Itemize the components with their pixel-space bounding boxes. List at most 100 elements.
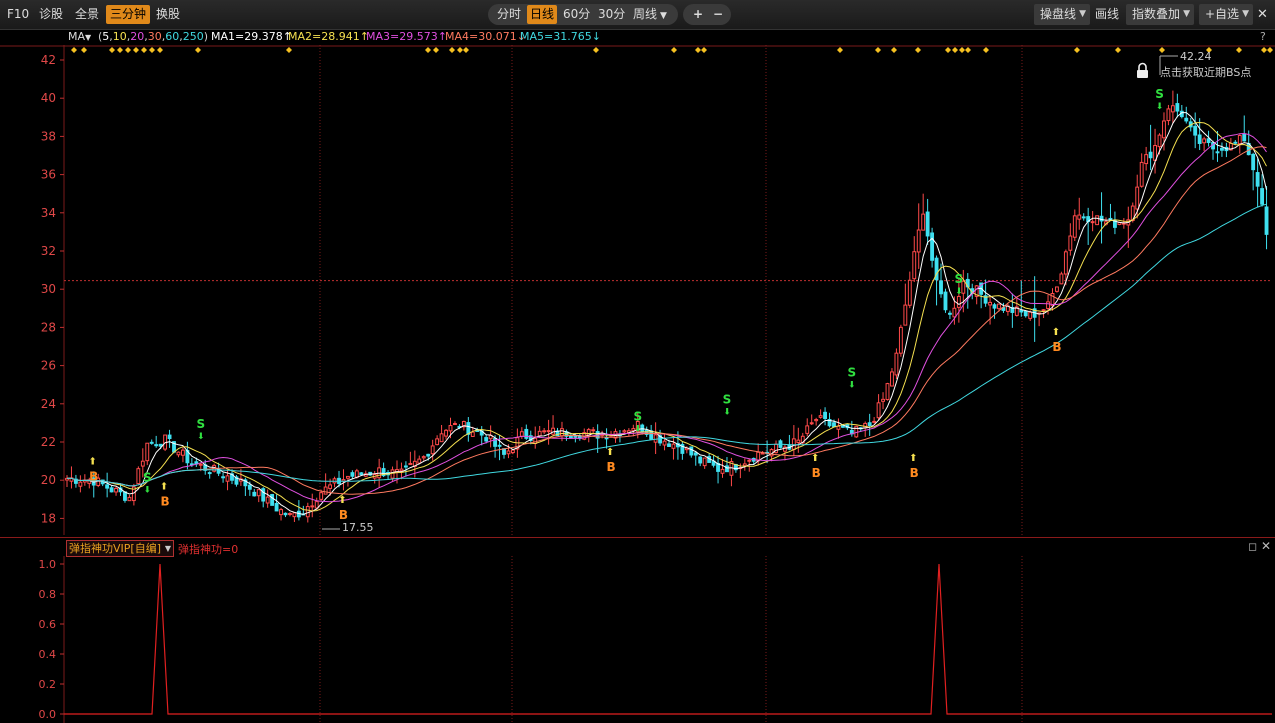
event-diamond-icon (983, 47, 989, 53)
diagnose-button[interactable]: 诊股 (35, 5, 67, 24)
bs-hint-link[interactable]: 点击获取近期BS点 (1160, 66, 1251, 79)
event-diamond-icon (945, 47, 951, 53)
candle-body (145, 442, 150, 462)
candle-body (247, 484, 252, 490)
candle-body (444, 429, 448, 437)
buy-arrow-icon: ⬆ (160, 481, 168, 492)
add-watchlist-dropdown[interactable]: +自选 ▼ (1199, 4, 1254, 25)
candle-body (261, 488, 266, 502)
event-diamond-icon (71, 47, 77, 53)
event-diamond-icon (915, 47, 921, 53)
draw-line-button[interactable]: 画线 (1091, 5, 1123, 24)
switch-stock-button[interactable]: 换股 (152, 5, 184, 24)
candle-body (1059, 273, 1064, 285)
candle-body (123, 491, 127, 501)
candle-body (1242, 133, 1247, 142)
ma-legend: MA▼ (5,10,20,30,60,250) MA1=29.378↑ MA2=… (0, 29, 1275, 45)
indicator-axis: 1.0 0.8 0.6 0.4 0.2 0.0 (39, 558, 64, 721)
zoom-out-button[interactable]: − (710, 5, 726, 24)
ma2-line (66, 121, 1267, 512)
ma-selector[interactable]: MA▼ (68, 29, 91, 46)
candle-body (1019, 309, 1024, 313)
buy-arrow-icon: ⬆ (1052, 327, 1060, 338)
tab-60min[interactable]: 60分 (560, 5, 593, 24)
panel-line-dropdown[interactable]: 操盘线 ▼ (1034, 4, 1091, 25)
candle-body (403, 465, 408, 468)
tab-30min[interactable]: 30分 (595, 5, 628, 24)
candle-body (622, 430, 627, 433)
event-diamond-icon (133, 47, 139, 53)
candle-body (912, 251, 917, 280)
candle-body (114, 487, 118, 493)
zoom-in-button[interactable]: + (690, 5, 706, 24)
candle-body (667, 443, 671, 447)
candle-body (689, 446, 694, 456)
candle-body (1166, 108, 1171, 122)
event-diamond-icon (195, 47, 201, 53)
candle-body (1135, 186, 1140, 210)
candle-body (1237, 135, 1242, 145)
candle-body (698, 456, 703, 464)
candle-body (702, 457, 707, 467)
candle-body (1233, 141, 1238, 144)
indicator-chart[interactable]: 1.0 0.8 0.6 0.4 0.2 0.0 (0, 556, 1275, 723)
close-icon[interactable]: ✕ (1253, 5, 1272, 24)
help-icon[interactable]: ? (1260, 29, 1266, 45)
candle-body (207, 472, 212, 475)
candle-body (1068, 235, 1073, 251)
candle-body (805, 425, 810, 434)
event-diamond-icon (141, 47, 147, 53)
indicator-selector[interactable]: 弹指神功VIP[自编] ▼ (66, 540, 174, 557)
candle-body (1202, 138, 1207, 144)
event-diamond-icon (701, 47, 707, 53)
event-diamond-icon (286, 47, 292, 53)
candlestick-chart[interactable]: 42 40 38 36 34 32 30 28 26 24 22 20 18 ⬆ B ⬆ B ⬆ B ⬆ B ⬆ B ⬆ B ⬆… (0, 45, 1275, 537)
candle-body (1063, 251, 1068, 275)
candle-body (225, 475, 230, 482)
event-diamond-icon (449, 47, 455, 53)
event-diamond-icon (1267, 47, 1273, 53)
three-minute-button[interactable]: 三分钟 (106, 5, 151, 24)
event-diamond-icon (593, 47, 599, 53)
ma3-value: MA3=29.573↑ (366, 30, 447, 43)
candle-body (1144, 154, 1149, 165)
maximize-icon[interactable]: ◻ (1248, 540, 1257, 553)
ma2-value: MA2=28.941↑ (288, 30, 369, 43)
candle-body (1215, 151, 1220, 154)
candle-body (181, 449, 185, 456)
sell-arrow-icon: ⬇ (955, 287, 963, 297)
candle-body (1041, 309, 1046, 312)
candle-body (546, 430, 551, 433)
lock-icon[interactable] (1137, 62, 1148, 79)
candle-body (890, 371, 894, 387)
candle-body (1108, 217, 1113, 221)
candle-body (1023, 310, 1028, 317)
candle-body (252, 491, 257, 497)
candle-body (992, 304, 997, 309)
panorama-button[interactable]: 全景 (71, 5, 103, 24)
candle-body (903, 304, 908, 326)
candle-body (867, 422, 872, 426)
candle-body (140, 460, 145, 467)
price-axis: 42 40 38 36 34 32 30 28 26 24 22 20 18 (41, 53, 64, 525)
candle-body (1206, 138, 1211, 143)
candle-body (497, 444, 502, 447)
event-markers (71, 47, 1273, 53)
candle-body (279, 509, 283, 516)
candle-body (176, 451, 181, 456)
close-icon[interactable]: ✕ (1261, 539, 1271, 553)
buy-arrow-icon: ⬆ (811, 453, 819, 464)
candle-body (1175, 103, 1180, 112)
bs-signals: ⬆B⬆B ⬆B⬆B⬆B⬆B⬆BS⬇S⬇S⬇S⬇S⬇S⬇S⬇ (89, 87, 1164, 522)
indicator-y-tick-label: 0.8 (39, 588, 57, 601)
candle-body (1251, 153, 1256, 171)
candle-body (551, 427, 555, 435)
tab-daily[interactable]: 日线 (527, 5, 558, 24)
candle-body (568, 435, 573, 439)
candle-body (439, 433, 444, 443)
f10-button[interactable]: F10 (3, 5, 33, 24)
candle-body (796, 439, 801, 444)
tab-intraday[interactable]: 分时 (494, 5, 524, 24)
tab-weekly[interactable]: 周线 ▼ (630, 5, 670, 24)
index-overlay-dropdown[interactable]: 指数叠加 ▼ (1126, 4, 1195, 25)
